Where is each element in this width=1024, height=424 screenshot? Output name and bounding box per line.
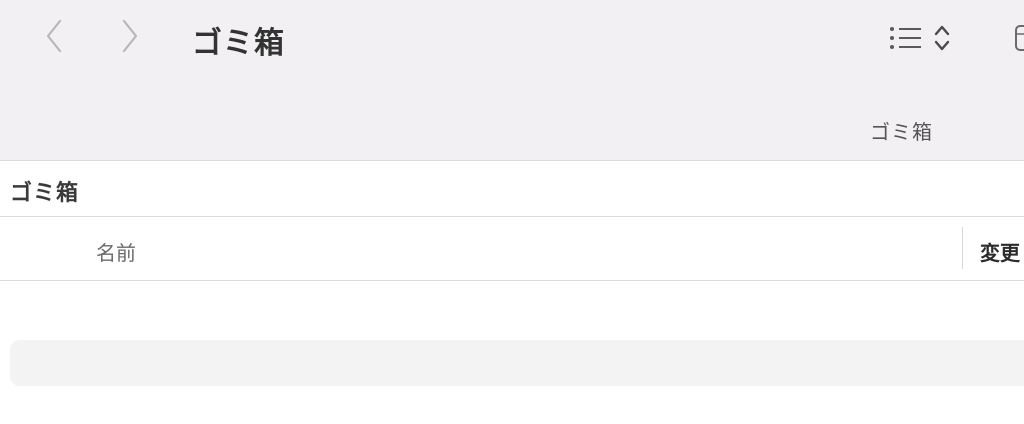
path-bar-label[interactable]: ゴミ箱 — [870, 116, 933, 145]
forward-button[interactable] — [108, 14, 152, 58]
empty-list-row — [10, 340, 1024, 386]
column-header-row: 名前 変更 — [0, 217, 1024, 281]
column-header-name[interactable]: 名前 — [96, 237, 136, 266]
view-mode-menu-button[interactable] — [928, 18, 956, 58]
column-divider[interactable] — [962, 227, 963, 269]
chevron-left-icon — [46, 19, 62, 53]
section-title: ゴミ箱 — [10, 181, 80, 206]
toolbar: ゴミ箱 ゴミ箱 — [0, 0, 1024, 161]
column-header-modified[interactable]: 変更 — [980, 237, 1020, 266]
group-button[interactable] — [1014, 24, 1024, 52]
finder-window: ゴミ箱 ゴミ箱 ゴミ箱 名前 変更 — [0, 0, 1024, 424]
chevron-right-icon — [122, 19, 138, 53]
list-view-icon — [890, 27, 921, 49]
section-header: ゴミ箱 — [0, 161, 1024, 217]
window-title: ゴミ箱 — [192, 26, 285, 61]
view-options-group — [884, 18, 956, 58]
group-icon — [1015, 25, 1024, 51]
list-view-button[interactable] — [884, 18, 928, 58]
back-button[interactable] — [32, 14, 76, 58]
up-down-chevron-icon — [934, 25, 950, 51]
